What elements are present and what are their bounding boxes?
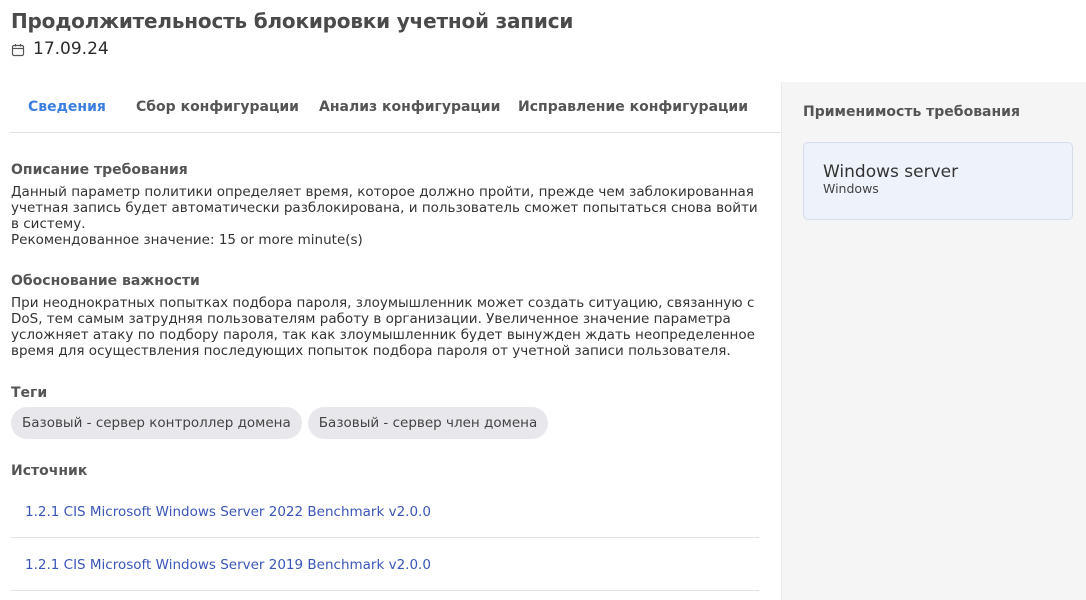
os-name: Windows server xyxy=(823,162,959,182)
tags-section: Теги Базовый - сервер контроллер домена Б… xyxy=(11,385,761,439)
date-row: 17.09.24 xyxy=(11,39,573,59)
applicability-title: Применимость требования xyxy=(803,104,1020,120)
source-list-item: 1.2.1 CIS Microsoft Windows Server 2019 … xyxy=(11,538,759,591)
description-title: Описание требования xyxy=(11,162,188,178)
date-text: 17.09.24 xyxy=(33,39,109,59)
tag-chip: Базовый - сервер контроллер домена xyxy=(11,407,302,439)
os-family: Windows xyxy=(823,181,879,196)
calendar-icon xyxy=(11,42,25,57)
justification-text: При неоднократных попытках подбора парол… xyxy=(11,295,755,359)
description-text: Данный параметр политики определяет врем… xyxy=(11,184,758,232)
source-link[interactable]: 1.2.1 CIS Microsoft Windows Server 2022 … xyxy=(25,504,431,520)
main-panel: Сведения Сбор конфигурации Анализ конфиг… xyxy=(0,82,780,600)
tag-chip: Базовый - сервер член домена xyxy=(307,407,549,439)
source-section: Источник 1.2.1 CIS Microsoft Windows Ser… xyxy=(11,463,761,591)
tab-config-collection[interactable]: Сбор конфигурации xyxy=(136,99,299,115)
page-header: Продолжительность блокировки учетной зап… xyxy=(11,8,573,59)
os-card[interactable]: Windows server Windows xyxy=(803,142,1073,220)
recommended-value: Рекомендованное значение: 15 or more min… xyxy=(11,232,363,248)
source-title: Источник xyxy=(11,463,88,479)
page-title: Продолжительность блокировки учетной зап… xyxy=(11,9,574,33)
tags-title: Теги xyxy=(11,385,48,401)
applicability-sidebar: Применимость требования Windows server W… xyxy=(781,82,1086,600)
source-list-item: 1.2.1 CIS Microsoft Windows Server 2022 … xyxy=(11,485,759,538)
tab-config-fix[interactable]: Исправление конфигурации xyxy=(518,99,748,115)
description-section: Описание требования Данный параметр поли… xyxy=(11,162,761,248)
tab-bar: Сведения Сбор конфигурации Анализ конфиг… xyxy=(10,82,780,133)
justification-title: Обоснование важности xyxy=(11,273,200,289)
tab-details[interactable]: Сведения xyxy=(28,99,106,115)
justification-section: Обоснование важности При неоднократных п… xyxy=(11,273,761,359)
source-link[interactable]: 1.2.1 CIS Microsoft Windows Server 2019 … xyxy=(25,557,431,573)
tab-config-analysis[interactable]: Анализ конфигурации xyxy=(319,99,500,115)
